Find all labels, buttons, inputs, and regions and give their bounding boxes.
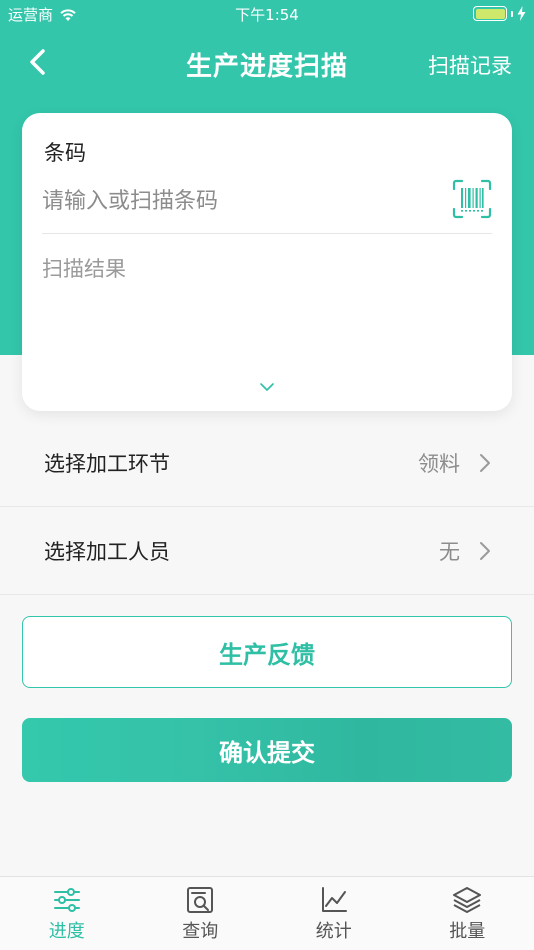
tab-label: 进度 bbox=[48, 921, 85, 942]
process-step-value: 领料 bbox=[418, 452, 460, 476]
select-worker-row[interactable]: 选择加工人员 无 bbox=[0, 508, 534, 595]
scan-barcode-button[interactable] bbox=[452, 179, 492, 219]
barcode-card: 条码 请输入或扫描条码 扫描结果 bbox=[22, 113, 512, 411]
barcode-scan-icon bbox=[452, 179, 492, 219]
confirm-submit-button[interactable]: 确认提交 bbox=[22, 718, 512, 782]
tab-batch[interactable]: 批量 bbox=[401, 877, 534, 950]
charging-bolt-icon bbox=[517, 6, 526, 21]
worker-label: 选择加工人员 bbox=[44, 540, 170, 564]
status-bar: 运营商 下午1:54 bbox=[0, 0, 534, 28]
sliders-icon bbox=[53, 888, 80, 912]
scan-history-button[interactable]: 扫描记录 bbox=[428, 50, 512, 80]
expand-button[interactable] bbox=[255, 379, 279, 395]
process-step-label: 选择加工环节 bbox=[44, 452, 170, 476]
status-time: 下午1:54 bbox=[235, 6, 299, 24]
tab-label: 统计 bbox=[315, 921, 352, 942]
production-feedback-button[interactable]: 生产反馈 bbox=[22, 616, 512, 688]
tab-statistics[interactable]: 统计 bbox=[267, 877, 401, 950]
worker-value: 无 bbox=[439, 540, 460, 564]
tab-label: 批量 bbox=[449, 921, 486, 942]
layers-icon bbox=[453, 887, 482, 913]
battery-icon bbox=[473, 6, 507, 21]
line-chart-icon bbox=[321, 887, 347, 912]
scan-result-text: 扫描结果 bbox=[42, 257, 126, 281]
battery-level bbox=[475, 8, 505, 19]
select-process-step-row[interactable]: 选择加工环节 领料 bbox=[0, 420, 534, 507]
tab-query[interactable]: 查询 bbox=[134, 877, 268, 950]
chevron-right-icon bbox=[480, 542, 490, 560]
card-divider bbox=[42, 233, 492, 234]
barcode-input[interactable] bbox=[42, 179, 442, 223]
tab-bar: 进度 查询 统计 批量 bbox=[0, 876, 534, 950]
tab-label: 查询 bbox=[182, 921, 219, 942]
tab-progress[interactable]: 进度 bbox=[0, 877, 134, 950]
chevron-down-icon bbox=[260, 383, 274, 391]
search-document-icon bbox=[187, 887, 214, 913]
chevron-right-icon bbox=[480, 454, 490, 472]
battery-tip bbox=[511, 10, 513, 17]
status-indicators bbox=[473, 6, 526, 21]
barcode-label: 条码 bbox=[44, 141, 86, 165]
